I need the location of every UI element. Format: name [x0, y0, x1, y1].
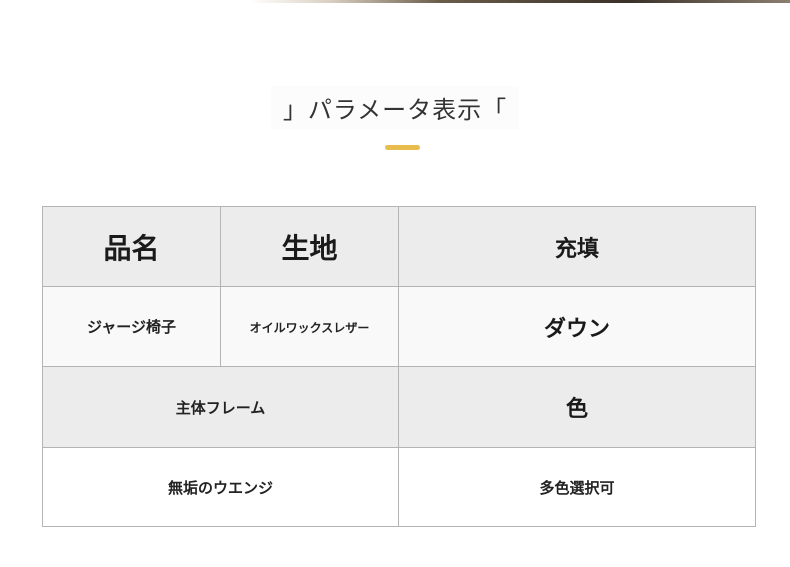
- cell-color-label: 色: [398, 366, 756, 448]
- table-row: 品名 生地 充填: [42, 206, 756, 287]
- table-row: ジャージ椅子 オイルワックスレザー ダウン: [42, 286, 756, 367]
- parameter-table: 品名 生地 充填 ジャージ椅子 オイルワックスレザー ダウン 主体フレーム 色 …: [42, 206, 756, 527]
- cell-frame-value: 無垢のウエンジ: [42, 447, 399, 527]
- cell-filling-value: ダウン: [398, 286, 756, 367]
- section-title: 」パラメータ表示「: [270, 86, 520, 129]
- cell-name-value: ジャージ椅子: [42, 286, 221, 367]
- cell-color-value: 多色選択可: [398, 447, 756, 527]
- title-accent-bar: [385, 145, 420, 150]
- table-row: 無垢のウエンジ 多色選択可: [42, 447, 756, 527]
- cell-fabric-label: 生地: [220, 206, 399, 287]
- section-header: 」パラメータ表示「: [0, 86, 790, 129]
- cell-fabric-value: オイルワックスレザー: [220, 286, 399, 367]
- top-banner-strip: [250, 0, 790, 3]
- cell-frame-label: 主体フレーム: [42, 366, 399, 448]
- cell-filling-label: 充填: [398, 206, 756, 287]
- table-row: 主体フレーム 色: [42, 366, 756, 448]
- cell-name-label: 品名: [42, 206, 221, 287]
